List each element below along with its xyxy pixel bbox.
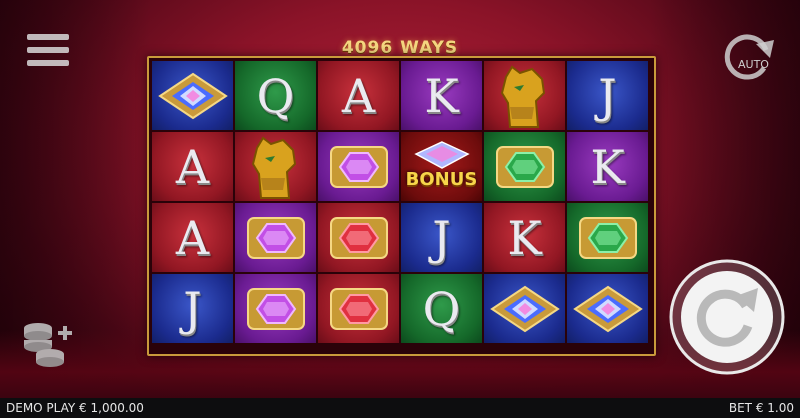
reel-grid: QAK JA BONUS KA JK J Q <box>152 61 648 343</box>
green-gem-symbol <box>484 132 565 201</box>
green-gem-symbol <box>567 203 648 272</box>
bonus-symbol: BONUS <box>401 132 482 201</box>
letter-k-symbol: K <box>567 132 648 201</box>
letter-a-symbol: A <box>152 203 233 272</box>
symbol-letter: A <box>341 68 376 123</box>
diamond-symbol <box>567 274 648 343</box>
balance-display: DEMO PLAY € 1,000.00 <box>6 401 144 415</box>
symbol-letter: J <box>598 68 617 123</box>
status-bar: DEMO PLAY € 1,000.00 BET € 1.00 <box>0 398 800 418</box>
purple-gem-symbol <box>318 132 399 201</box>
bet-coins-icon[interactable] <box>22 320 78 368</box>
letter-j-symbol: J <box>152 274 233 343</box>
panther-symbol <box>235 132 316 201</box>
diamond-symbol <box>484 274 565 343</box>
spin-button[interactable] <box>668 258 786 376</box>
letter-a-symbol: A <box>152 132 233 201</box>
letter-k-symbol: K <box>401 61 482 130</box>
letter-q-symbol: Q <box>235 61 316 130</box>
bet-display[interactable]: BET € 1.00 <box>729 401 794 415</box>
letter-a-symbol: A <box>318 61 399 130</box>
autoplay-icon[interactable] <box>720 30 778 82</box>
letter-j-symbol: J <box>567 61 648 130</box>
symbol-letter: J <box>183 281 202 336</box>
reel-frame: QAK JA BONUS KA JK J Q <box>147 56 656 356</box>
letter-k-symbol: K <box>484 203 565 272</box>
symbol-letter: K <box>507 210 542 265</box>
purple-gem-symbol <box>235 203 316 272</box>
ways-title: 4096 WAYS <box>341 38 459 58</box>
symbol-letter: Q <box>256 68 295 123</box>
hamburger-menu-icon[interactable] <box>27 34 69 66</box>
auto-label: AUTO <box>738 58 769 71</box>
bonus-label: BONUS <box>405 169 478 190</box>
symbol-letter: K <box>590 139 625 194</box>
symbol-letter: A <box>175 210 210 265</box>
red-gem-symbol <box>318 203 399 272</box>
letter-q-symbol: Q <box>401 274 482 343</box>
symbol-letter: K <box>424 68 459 123</box>
symbol-letter: A <box>175 139 210 194</box>
panther-symbol <box>484 61 565 130</box>
letter-j-symbol: J <box>401 203 482 272</box>
purple-gem-symbol <box>235 274 316 343</box>
symbol-letter: Q <box>422 281 461 336</box>
diamond-symbol <box>152 61 233 130</box>
symbol-letter: J <box>432 210 451 265</box>
red-gem-symbol <box>318 274 399 343</box>
